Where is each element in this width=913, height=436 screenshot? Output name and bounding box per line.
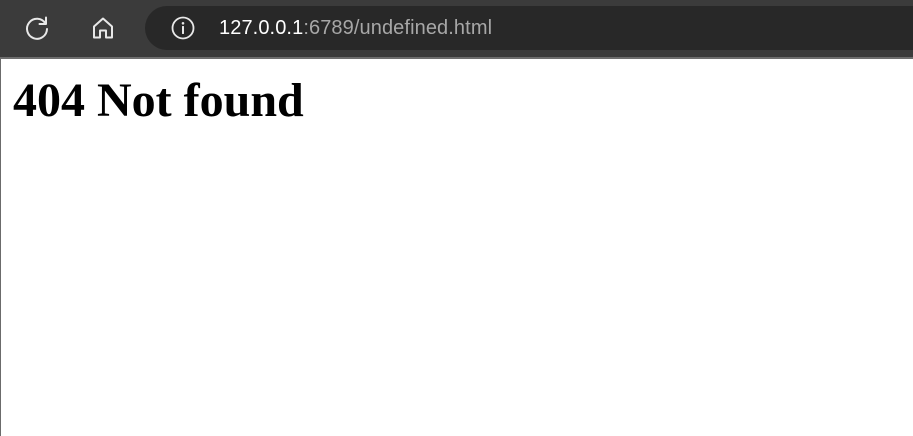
url-path: :6789/undefined.html (303, 17, 493, 39)
url-host: 127.0.0.1 (219, 17, 304, 39)
url-text[interactable]: 127.0.0.1:6789/undefined.html (219, 6, 492, 50)
address-bar[interactable]: 127.0.0.1:6789/undefined.html (145, 6, 913, 50)
home-icon (93, 17, 113, 39)
reload-icon (26, 16, 48, 40)
browser-window: 127.0.0.1:6789/undefined.html 404 Not fo… (0, 0, 913, 436)
page-content: 404 Not found (1, 59, 913, 436)
reload-button[interactable] (19, 10, 55, 46)
info-icon[interactable] (171, 16, 195, 40)
browser-toolbar: 127.0.0.1:6789/undefined.html (0, 0, 913, 57)
page-heading: 404 Not found (13, 74, 304, 127)
home-button[interactable] (85, 10, 121, 46)
